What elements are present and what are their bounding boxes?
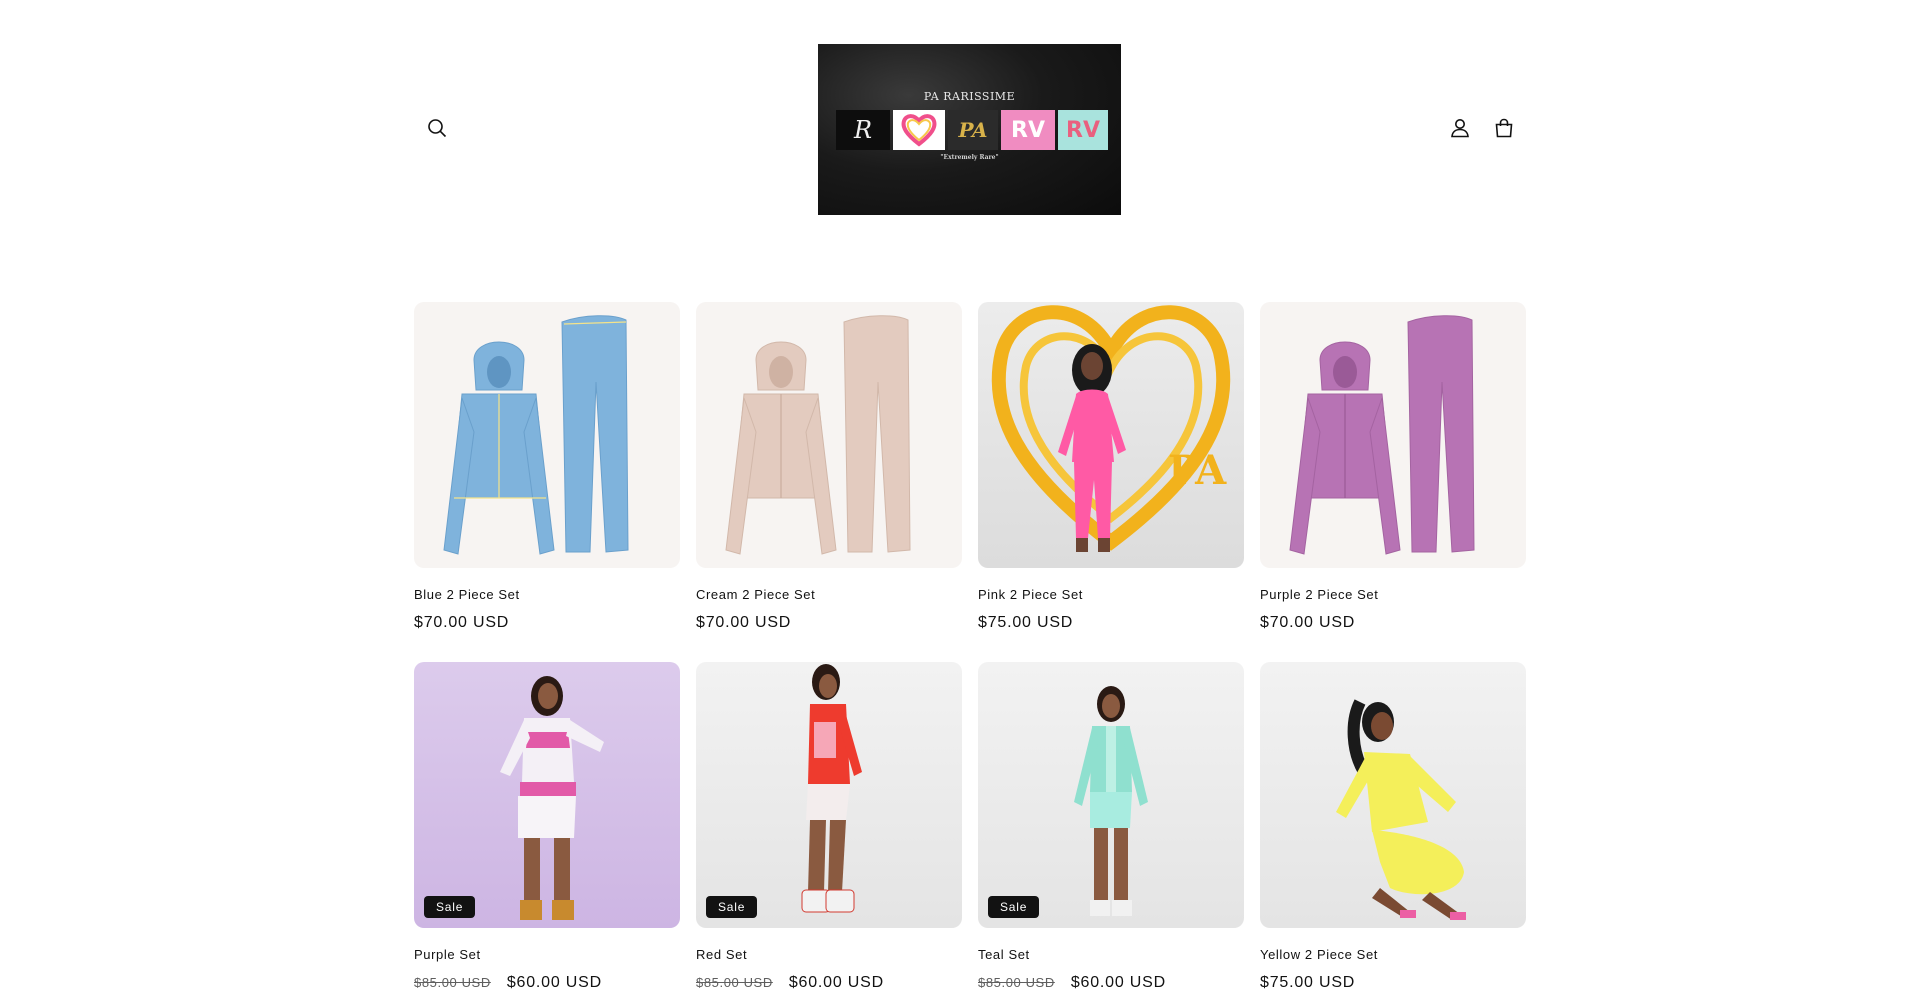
svg-text:PA: PA — [1168, 447, 1227, 494]
product-card-teal-set[interactable]: Sale Teal Set $85.00 USD $60.00 USD — [978, 662, 1244, 992]
product-card-cream-2-piece-set[interactable]: Cream 2 Piece Set $70.00 USD — [696, 302, 962, 632]
sale-badge: Sale — [706, 896, 758, 918]
logo-tagline: "Extremely Rare" — [940, 154, 999, 161]
product-card-pink-2-piece-set[interactable]: PA Pink 2 Piece Set $75.00 USD — [978, 302, 1244, 632]
product-price: $75.00 USD — [1260, 974, 1526, 992]
price-compare: $85.00 USD — [414, 975, 491, 990]
logo-tiles: R PA RV RV — [836, 110, 1108, 150]
product-card-purple-2-piece-set[interactable]: Purple 2 Piece Set $70.00 USD — [1260, 302, 1526, 632]
product-card-purple-set[interactable]: Sale Purple Set $85.00 USD $60.00 USD — [414, 662, 680, 992]
logo-tile-pink: RV — [1001, 110, 1055, 150]
product-image[interactable] — [696, 302, 962, 568]
price-compare: $85.00 USD — [978, 975, 1055, 990]
product-card-blue-2-piece-set[interactable]: Blue 2 Piece Set $70.00 USD — [414, 302, 680, 632]
product-price: $70.00 USD — [1260, 614, 1526, 632]
product-image-teal-model — [1074, 686, 1148, 916]
product-title[interactable]: Blue 2 Piece Set — [414, 587, 680, 603]
cart-button[interactable] — [1482, 106, 1526, 150]
product-title[interactable]: Purple Set — [414, 947, 680, 963]
product-image-blue-set — [443, 315, 629, 555]
product-price: $85.00 USD $60.00 USD — [696, 974, 962, 992]
product-image-red-model — [801, 664, 862, 913]
cart-icon — [1495, 118, 1513, 138]
price-current: $60.00 USD — [788, 974, 884, 991]
account-button[interactable] — [1438, 106, 1482, 150]
price-compare: $85.00 USD — [696, 975, 773, 990]
product-price: $85.00 USD $60.00 USD — [414, 974, 680, 992]
price-current: $70.00 USD — [696, 614, 792, 631]
product-image-pink-set: PA — [991, 305, 1231, 552]
price-current: $60.00 USD — [1070, 974, 1166, 991]
product-price: $75.00 USD — [978, 614, 1244, 632]
product-image[interactable]: Sale — [414, 662, 680, 928]
price-current: $75.00 USD — [1260, 974, 1356, 991]
product-image[interactable] — [1260, 302, 1526, 568]
site-header: PA RARISSIME R PA RV RV "Extremely Rare" — [0, 0, 1920, 260]
price-current: $60.00 USD — [506, 974, 602, 991]
product-title[interactable]: Red Set — [696, 947, 962, 963]
product-image-yellow-model — [1336, 699, 1466, 920]
account-icon — [1451, 119, 1469, 138]
price-current: $70.00 USD — [414, 614, 510, 631]
logo-title: PA RARISSIME — [923, 90, 1016, 103]
product-title[interactable]: Yellow 2 Piece Set — [1260, 947, 1526, 963]
product-image[interactable]: Sale — [696, 662, 962, 928]
product-image-cream-set — [725, 315, 911, 555]
product-title[interactable]: Cream 2 Piece Set — [696, 587, 962, 603]
product-image[interactable]: Sale — [978, 662, 1244, 928]
sale-badge: Sale — [424, 896, 476, 918]
search-button[interactable] — [415, 106, 459, 150]
logo-tile-gold: PA — [948, 110, 998, 150]
price-current: $70.00 USD — [1260, 614, 1356, 631]
product-image[interactable] — [1260, 662, 1526, 928]
product-title[interactable]: Teal Set — [978, 947, 1244, 963]
product-card-red-set[interactable]: Sale Red Set $85.00 USD $60.00 USD — [696, 662, 962, 992]
product-card-yellow-2-piece-set[interactable]: Yellow 2 Piece Set $75.00 USD — [1260, 662, 1526, 992]
product-image-purple-model — [500, 676, 604, 920]
logo-tile-teal: RV — [1058, 110, 1108, 150]
product-price: $70.00 USD — [696, 614, 962, 632]
search-icon — [428, 119, 447, 138]
product-title[interactable]: Pink 2 Piece Set — [978, 587, 1244, 603]
product-image[interactable] — [414, 302, 680, 568]
product-image-purple-set — [1289, 315, 1475, 555]
sale-badge: Sale — [988, 896, 1040, 918]
store-logo[interactable]: PA RARISSIME R PA RV RV "Extremely Rare" — [818, 44, 1121, 215]
heart-icon — [893, 110, 945, 150]
product-image[interactable]: PA — [978, 302, 1244, 568]
product-price: $70.00 USD — [414, 614, 680, 632]
product-title[interactable]: Purple 2 Piece Set — [1260, 587, 1526, 603]
product-grid: Blue 2 Piece Set $70.00 USD Cream 2 Piec… — [414, 302, 1528, 992]
price-current: $75.00 USD — [978, 614, 1074, 631]
logo-tile-script: R — [836, 110, 890, 150]
product-price: $85.00 USD $60.00 USD — [978, 974, 1244, 992]
